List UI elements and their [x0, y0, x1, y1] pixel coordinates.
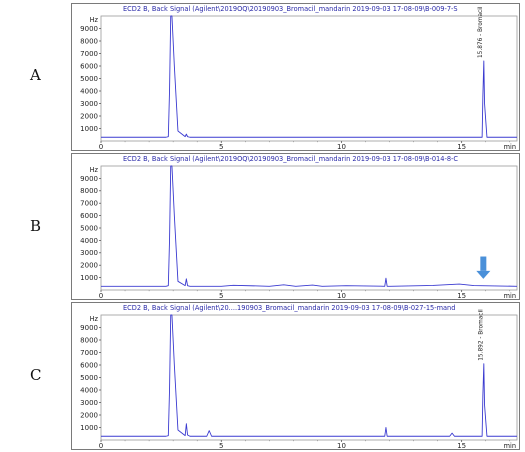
panel-c-ytick-label: 3000: [80, 399, 98, 407]
panel-b-ytick-label: 5000: [80, 224, 98, 232]
chromatogram-b-svg: ECD2 B, Back Signal (Agilent\2019OQ\2019…: [80, 155, 518, 299]
panel-b-ytick-label: 1000: [80, 274, 98, 282]
panel-a-xtick-label: 10: [337, 143, 346, 150]
panel-b-title: ECD2 B, Back Signal (Agilent\2019OQ\2019…: [123, 155, 458, 163]
panel-b-ytick-label: 9000: [80, 175, 98, 183]
panel-a-ytick-label: 3000: [80, 100, 98, 108]
panel-b-xtick-label: 5: [219, 292, 223, 299]
panel-b-ytick-label: 6000: [80, 212, 98, 220]
panel-a-ytick-label: 8000: [80, 37, 98, 45]
panel-a-signal-trace: [101, 15, 517, 138]
panel-c-xtick-label: 15: [457, 442, 466, 449]
panel-c-xtick-label: 0: [99, 442, 103, 449]
panel-label-b: B: [30, 217, 42, 235]
chromatogram-panel-a: ECD2 B, Back Signal (Agilent\2019OQ\2019…: [71, 3, 520, 151]
panel-c-x-unit: min: [504, 442, 516, 449]
panel-c-peak-label: 15.892 - Bromacil: [478, 309, 484, 361]
panel-a-ytick-label: 4000: [80, 87, 98, 95]
panel-b-xtick-label: 0: [99, 292, 103, 299]
panel-a-peak-label: 15.876 - Bromacil: [478, 6, 484, 58]
panel-b-ytick-label: 4000: [80, 237, 98, 245]
panel-b-plot-frame: [100, 165, 518, 291]
panel-a-x-unit: min: [504, 143, 516, 150]
panel-b-arrow-shaft: [480, 256, 487, 271]
chromatogram-a-svg: ECD2 B, Back Signal (Agilent\2019OQ\2019…: [80, 5, 518, 150]
panel-c-ytick-label: 9000: [80, 324, 98, 332]
panel-c-ytick-label: 6000: [80, 361, 98, 369]
panel-b-signal-trace: [101, 165, 518, 287]
panel-a-xtick-label: 0: [99, 143, 103, 150]
panel-a-plot-frame: [100, 15, 518, 142]
panel-b-xtick-label: 10: [337, 292, 346, 299]
panel-c-ytick-label: 8000: [80, 336, 98, 344]
panel-a-ytick-label: 1000: [80, 125, 98, 133]
panel-c-y-unit: Hz: [90, 315, 99, 323]
panel-b-x-unit: min: [504, 292, 516, 299]
panel-c-plot-frame: [100, 314, 518, 441]
panel-a-ytick-label: 6000: [80, 62, 98, 70]
chromatogram-panel-c: ECD2 B, Back Signal (Agilent\20....19090…: [71, 302, 520, 450]
panel-a-y-unit: Hz: [90, 16, 99, 24]
panel-c-ytick-label: 7000: [80, 349, 98, 357]
panel-a-ytick-label: 7000: [80, 50, 98, 58]
panel-a-ytick-label: 5000: [80, 75, 98, 83]
panel-b-arrow-head: [476, 270, 491, 279]
panel-c-xtick-label: 10: [337, 442, 346, 449]
panel-a-xtick-label: 15: [457, 143, 466, 150]
panel-b-y-unit: Hz: [90, 166, 99, 174]
panel-label-c: C: [30, 366, 42, 384]
panel-a-xtick-label: 5: [219, 143, 223, 150]
panel-label-a: A: [30, 66, 41, 84]
panel-b-xtick-label: 15: [457, 292, 466, 299]
panel-c-ytick-label: 1000: [80, 424, 98, 432]
chromatogram-c-svg: ECD2 B, Back Signal (Agilent\20....19090…: [80, 304, 518, 449]
panel-b-ytick-label: 3000: [80, 249, 98, 257]
panel-c-ytick-label: 2000: [80, 411, 98, 419]
panel-b-ytick-label: 2000: [80, 262, 98, 270]
panel-a-title: ECD2 B, Back Signal (Agilent\2019OQ\2019…: [123, 5, 458, 13]
panel-b-ytick-label: 7000: [80, 200, 98, 208]
panel-c-xtick-label: 5: [219, 442, 223, 449]
panel-c-signal-trace: [101, 314, 517, 437]
panel-c-ytick-label: 5000: [80, 374, 98, 382]
panel-c-title: ECD2 B, Back Signal (Agilent\20....19090…: [123, 304, 455, 312]
panel-a-ytick-label: 9000: [80, 25, 98, 33]
chromatogram-panel-b: ECD2 B, Back Signal (Agilent\2019OQ\2019…: [71, 153, 520, 300]
panel-b-ytick-label: 8000: [80, 187, 98, 195]
panel-c-ytick-label: 4000: [80, 386, 98, 394]
panel-a-ytick-label: 2000: [80, 112, 98, 120]
